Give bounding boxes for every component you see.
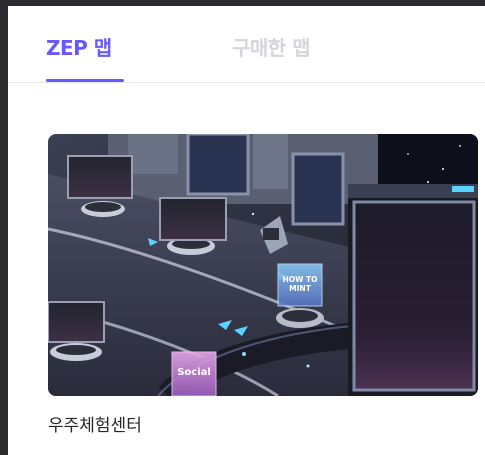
space-center-map-image: HOW TO MINT Social (48, 134, 478, 396)
tab-zep-maps[interactable]: ZEP 맵 (46, 32, 112, 61)
tab-bar: ZEP 맵 구매한 맵 (8, 6, 485, 83)
map-card-title[interactable]: 우주체험센터 (48, 411, 142, 436)
tab-purchased-maps[interactable]: 구매한 맵 (232, 32, 311, 61)
active-tab-indicator (46, 79, 124, 82)
social-sign: Social (177, 367, 211, 378)
map-card-thumbnail[interactable]: HOW TO MINT Social (48, 134, 478, 396)
map-panel: ZEP 맵 구매한 맵 HOW TO MINT Social 우주체험센터 (8, 0, 485, 455)
